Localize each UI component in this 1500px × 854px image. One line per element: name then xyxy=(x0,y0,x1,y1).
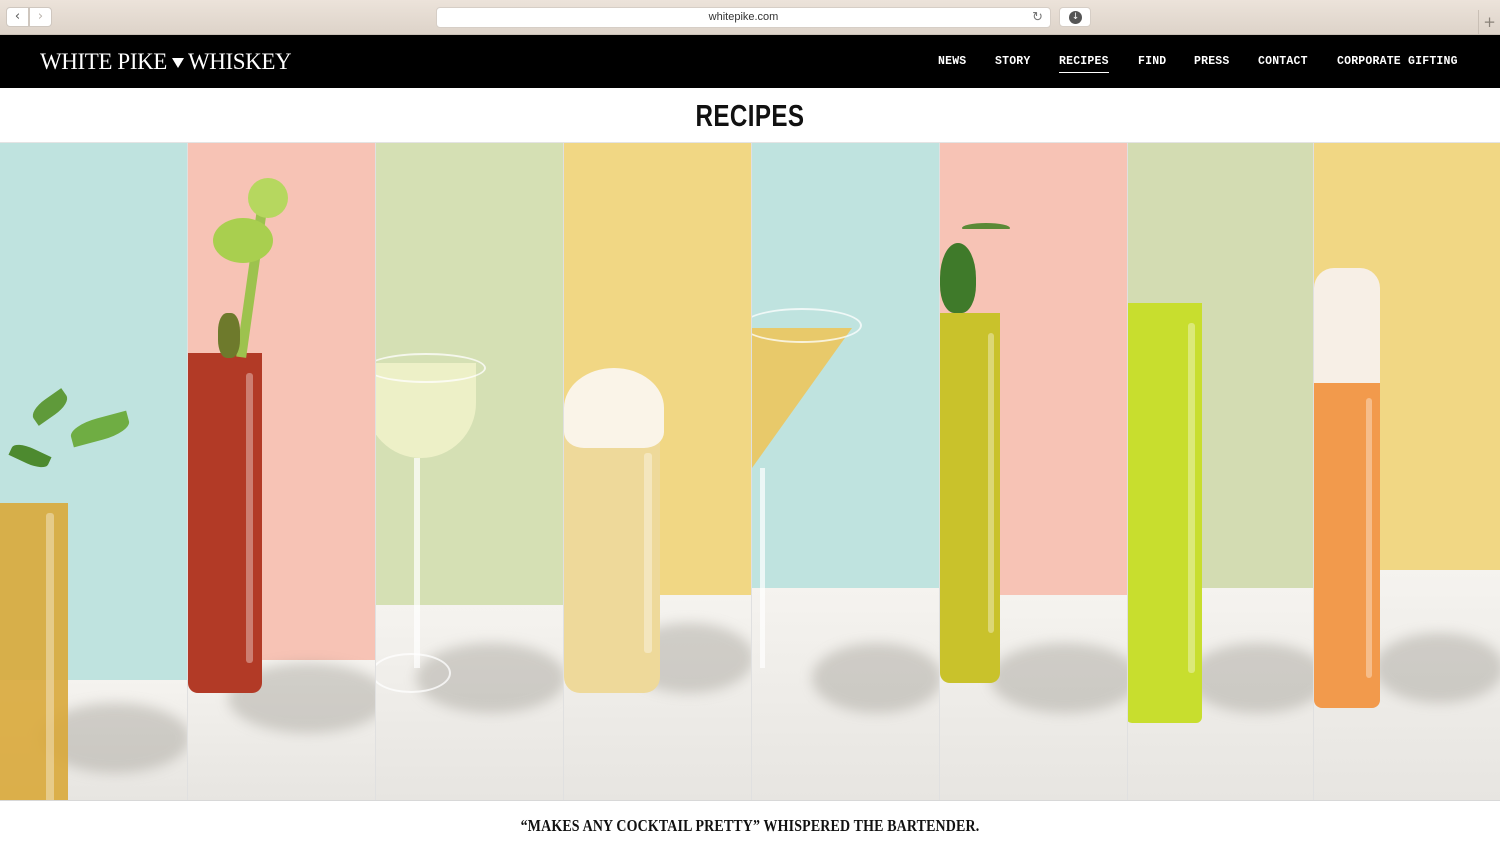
drink-liquid xyxy=(0,503,68,800)
download-icon: ↓ xyxy=(1069,11,1082,24)
drink-glass xyxy=(940,303,1004,683)
glass-highlight xyxy=(988,333,994,633)
glass-stem xyxy=(414,458,420,668)
drink-glass xyxy=(1128,293,1206,723)
glass-highlight xyxy=(246,373,253,663)
mint-garnish-icon xyxy=(8,388,150,488)
glass-highlight xyxy=(1366,398,1372,678)
logo-text-left: WHITE PIKE xyxy=(40,49,167,74)
jalapeno-garnish-icon xyxy=(940,223,1015,313)
glass-shadow xyxy=(990,643,1127,713)
nav-find[interactable]: FIND xyxy=(1138,55,1166,69)
reload-icon[interactable]: ↻ xyxy=(1032,8,1043,27)
recipe-card-jalapeno[interactable] xyxy=(940,143,1128,800)
glass-shadow xyxy=(1374,633,1500,703)
foam-topping-icon xyxy=(1314,268,1380,383)
nav-recipes[interactable]: RECIPES xyxy=(1059,55,1109,73)
drink-glass xyxy=(564,433,664,703)
recipe-card-orange-foam[interactable] xyxy=(1314,143,1500,800)
browser-toolbar: ‹ › whitepike.com ↻ ↓ + xyxy=(0,0,1500,35)
nav-press[interactable]: PRESS xyxy=(1194,55,1230,69)
page-title: RECIPES xyxy=(695,98,805,133)
forward-button[interactable]: › xyxy=(29,7,52,27)
site-header: WHITE PIKE WHISKEY NEWS STORY RECIPES FIN… xyxy=(0,35,1500,88)
logo-text-right: WHISKEY xyxy=(187,49,292,74)
drink-glass xyxy=(376,353,486,713)
glass-highlight xyxy=(1188,323,1195,673)
downloads-button[interactable]: ↓ xyxy=(1059,7,1091,27)
recipe-gallery xyxy=(0,143,1500,800)
drink-liquid xyxy=(752,328,852,468)
url-text: whitepike.com xyxy=(708,11,779,23)
recipe-card-iced-tea[interactable] xyxy=(0,143,188,800)
recipe-card-coupe[interactable] xyxy=(376,143,564,800)
recipe-card-cream-topped[interactable] xyxy=(564,143,752,800)
nav-story[interactable]: STORY xyxy=(995,55,1031,69)
drink-glass xyxy=(188,343,266,693)
back-button[interactable]: ‹ xyxy=(6,7,29,27)
site-logo[interactable]: WHITE PIKE WHISKEY xyxy=(40,49,292,75)
recipe-card-martini[interactable] xyxy=(752,143,940,800)
gallery-divider xyxy=(0,800,1500,801)
nav-contact[interactable]: CONTACT xyxy=(1258,55,1308,69)
nav-news[interactable]: NEWS xyxy=(938,55,966,69)
glass-stem xyxy=(760,468,765,668)
logo-triangle-icon xyxy=(171,57,184,68)
glass-foot xyxy=(376,653,451,693)
cream-topping-icon xyxy=(564,368,664,448)
drink-glass xyxy=(0,473,70,800)
nav-corporate-gifting[interactable]: CORPORATE GIFTING xyxy=(1337,55,1458,69)
new-tab-button[interactable]: + xyxy=(1478,10,1500,35)
drink-glass xyxy=(1314,268,1384,713)
glass-highlight xyxy=(644,453,652,653)
recipe-card-bloody-mary[interactable] xyxy=(188,143,376,800)
glass-highlight xyxy=(46,513,54,800)
celery-garnish-icon xyxy=(193,178,303,358)
address-bar[interactable]: whitepike.com ↻ xyxy=(436,7,1051,28)
page-tagline: “MAKES ANY COCKTAIL PRETTY” WHISPERED TH… xyxy=(520,816,980,835)
recipe-card-green-highball[interactable] xyxy=(1128,143,1314,800)
drink-glass xyxy=(752,303,862,703)
